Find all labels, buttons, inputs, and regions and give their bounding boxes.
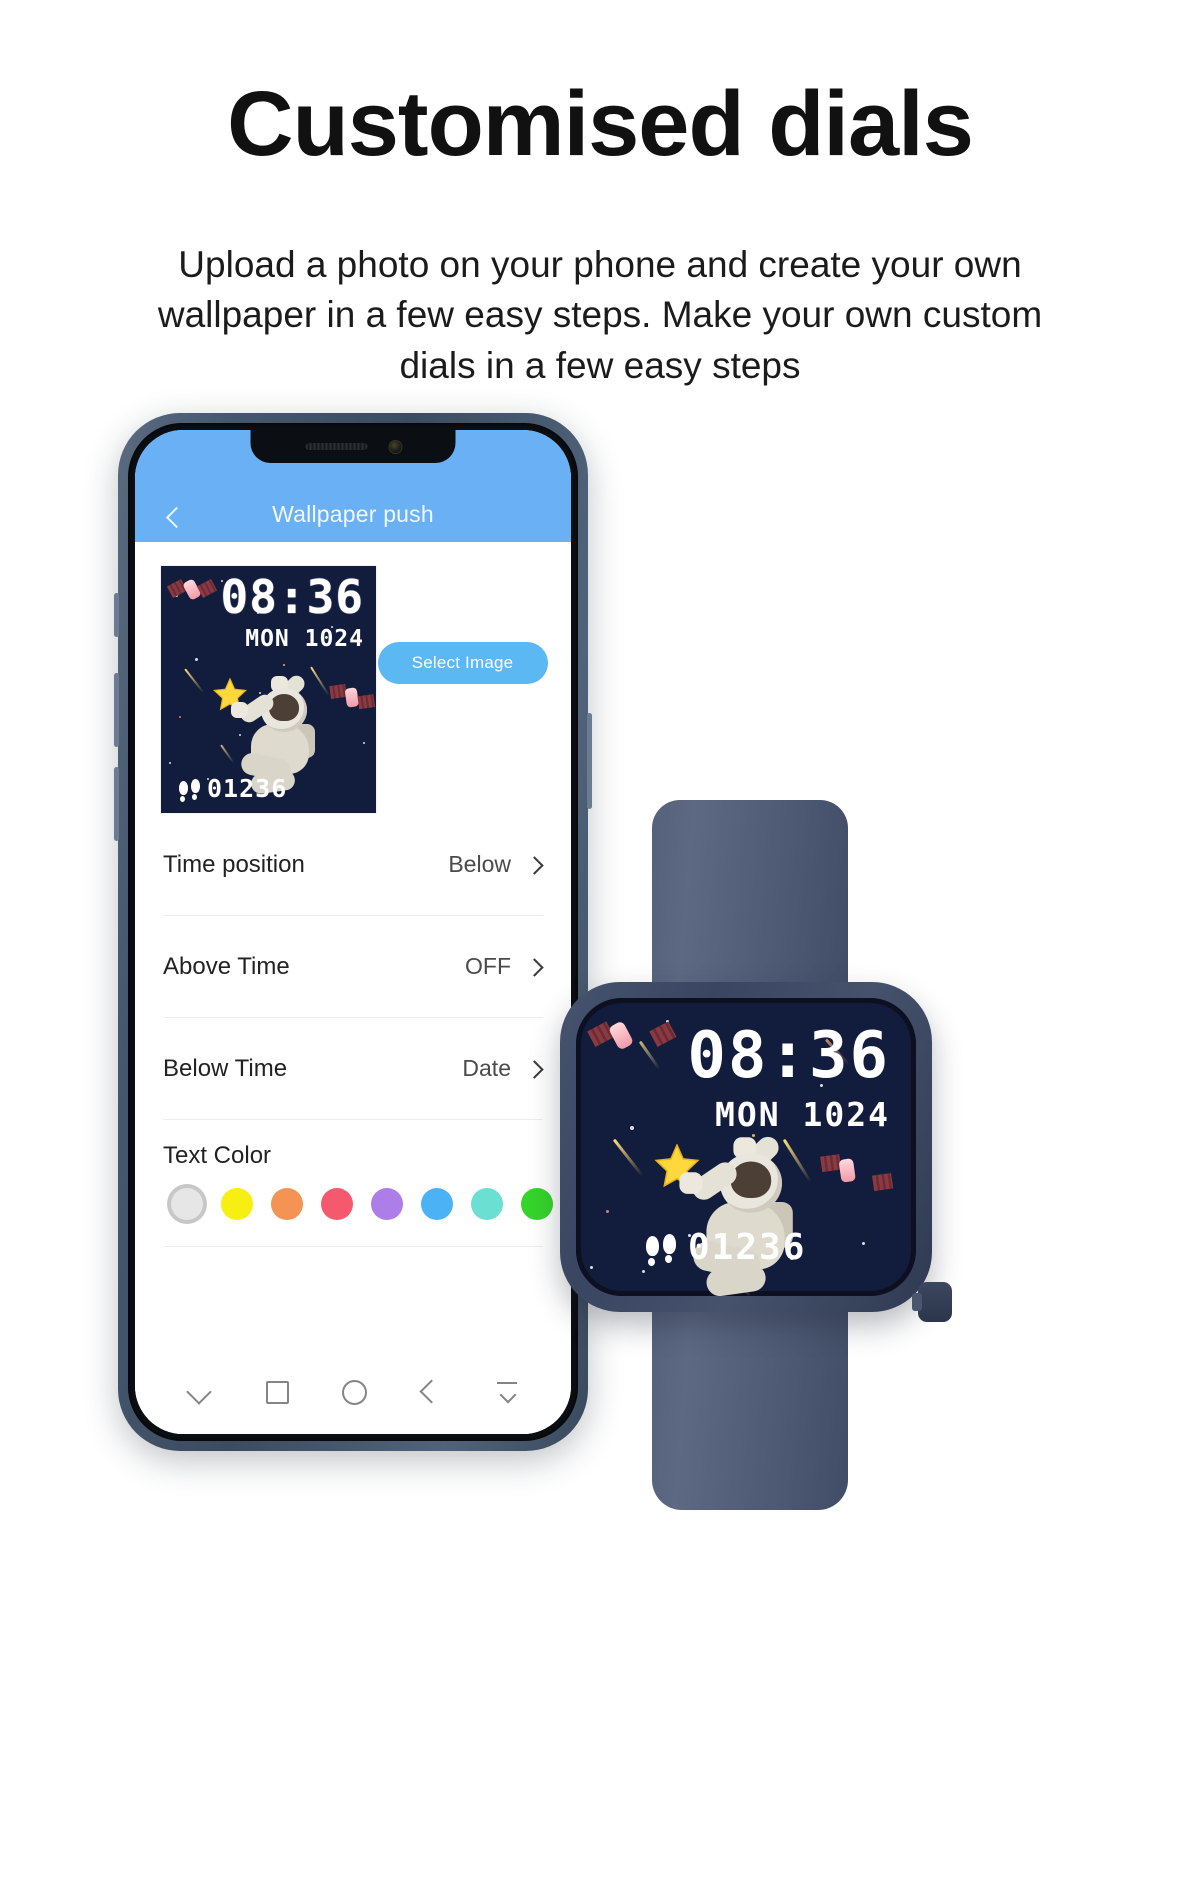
chevron-right-icon xyxy=(527,1060,543,1078)
watch-astronaut-illustration xyxy=(674,1132,890,1296)
collapse-icon[interactable] xyxy=(492,1376,522,1406)
page-title: Customised dials xyxy=(227,73,974,175)
text-color-section: Text Color xyxy=(163,1120,553,1247)
setting-value: OFF xyxy=(465,953,511,979)
phone-notch xyxy=(250,430,456,463)
setting-label: Below Time xyxy=(163,1054,288,1082)
phone-side-button-volume-down xyxy=(114,767,119,841)
phone-bezel: Wallpaper push 08:36 MON 1024 01236 Sele… xyxy=(128,423,578,1441)
smartwatch-mockup: 08:36 MON 1024 01236 xyxy=(560,800,980,1510)
setting-value: Date xyxy=(462,1055,511,1081)
color-swatch-orange[interactable] xyxy=(321,1188,353,1220)
watch-time-text: 08:36 xyxy=(687,1019,890,1093)
phone-screen: Wallpaper push 08:36 MON 1024 01236 Sele… xyxy=(135,430,571,1434)
chevron-left-icon[interactable] xyxy=(163,507,185,529)
dial-preview-image[interactable]: 08:36 MON 1024 01236 xyxy=(161,566,376,813)
setting-label: Time position xyxy=(163,850,305,878)
phone-side-button-silent xyxy=(114,593,119,637)
phone-mockup: Wallpaper push 08:36 MON 1024 01236 Sele… xyxy=(114,413,592,1451)
setting-value: Below xyxy=(448,851,511,877)
color-swatch-blue[interactable] xyxy=(471,1188,503,1220)
square-icon[interactable] xyxy=(261,1376,291,1406)
back-triangle-icon[interactable] xyxy=(415,1376,445,1406)
phone-side-button-volume-up xyxy=(114,673,119,747)
dial-steps-text: 01236 xyxy=(207,774,288,803)
text-color-label: Text Color xyxy=(163,1142,272,1169)
phone-side-button-power xyxy=(587,713,592,809)
dial-preview-section: 08:36 MON 1024 01236 Select Image xyxy=(135,542,571,814)
setting-row-time-position[interactable]: Time position Below xyxy=(163,814,543,916)
circle-icon[interactable] xyxy=(338,1376,368,1406)
app-title: Wallpaper push xyxy=(272,501,434,527)
watch-screen: 08:36 MON 1024 01236 xyxy=(576,998,916,1296)
setting-row-above-time[interactable]: Above Time OFF xyxy=(163,916,543,1018)
watch-body: 08:36 MON 1024 01236 xyxy=(560,982,952,1322)
earpiece-speaker-icon xyxy=(305,443,367,450)
color-swatch-white[interactable] xyxy=(171,1188,203,1220)
color-swatch-yellow[interactable] xyxy=(271,1188,303,1220)
watch-satellite-icon xyxy=(587,1020,677,1061)
setting-label: Above Time xyxy=(163,952,290,980)
footprints-icon xyxy=(179,779,205,805)
satellite-icon xyxy=(166,578,218,601)
select-image-button[interactable]: Select Image xyxy=(377,642,548,684)
setting-row-below-time[interactable]: Below Time Date xyxy=(163,1018,543,1120)
marketing-page: Customised dials Upload a photo on your … xyxy=(0,0,1200,1890)
dial-time-text: 08:36 xyxy=(220,570,364,624)
chevron-down-icon[interactable] xyxy=(184,1376,214,1406)
chevron-right-icon xyxy=(527,856,543,874)
color-swatch-cyan[interactable] xyxy=(521,1188,553,1220)
color-swatch-list xyxy=(163,1188,553,1220)
android-navigation-bar xyxy=(135,1348,571,1434)
front-camera-icon xyxy=(389,440,401,453)
chevron-right-icon xyxy=(527,958,543,976)
color-swatch-pink-red[interactable] xyxy=(371,1188,403,1220)
watch-footprints-icon xyxy=(646,1234,684,1272)
color-swatch-purple[interactable] xyxy=(421,1188,453,1220)
watch-date-text: MON 1024 xyxy=(715,1095,890,1134)
watch-steps-text: 01236 xyxy=(688,1227,807,1268)
dial-date-text: MON 1024 xyxy=(245,626,364,652)
settings-list: Time position Below Above Time OFF Below… xyxy=(135,814,571,1247)
watch-crown-button[interactable] xyxy=(912,1282,952,1322)
page-description: Upload a photo on your phone and create … xyxy=(157,244,1043,386)
color-swatch-black[interactable] xyxy=(221,1188,253,1220)
